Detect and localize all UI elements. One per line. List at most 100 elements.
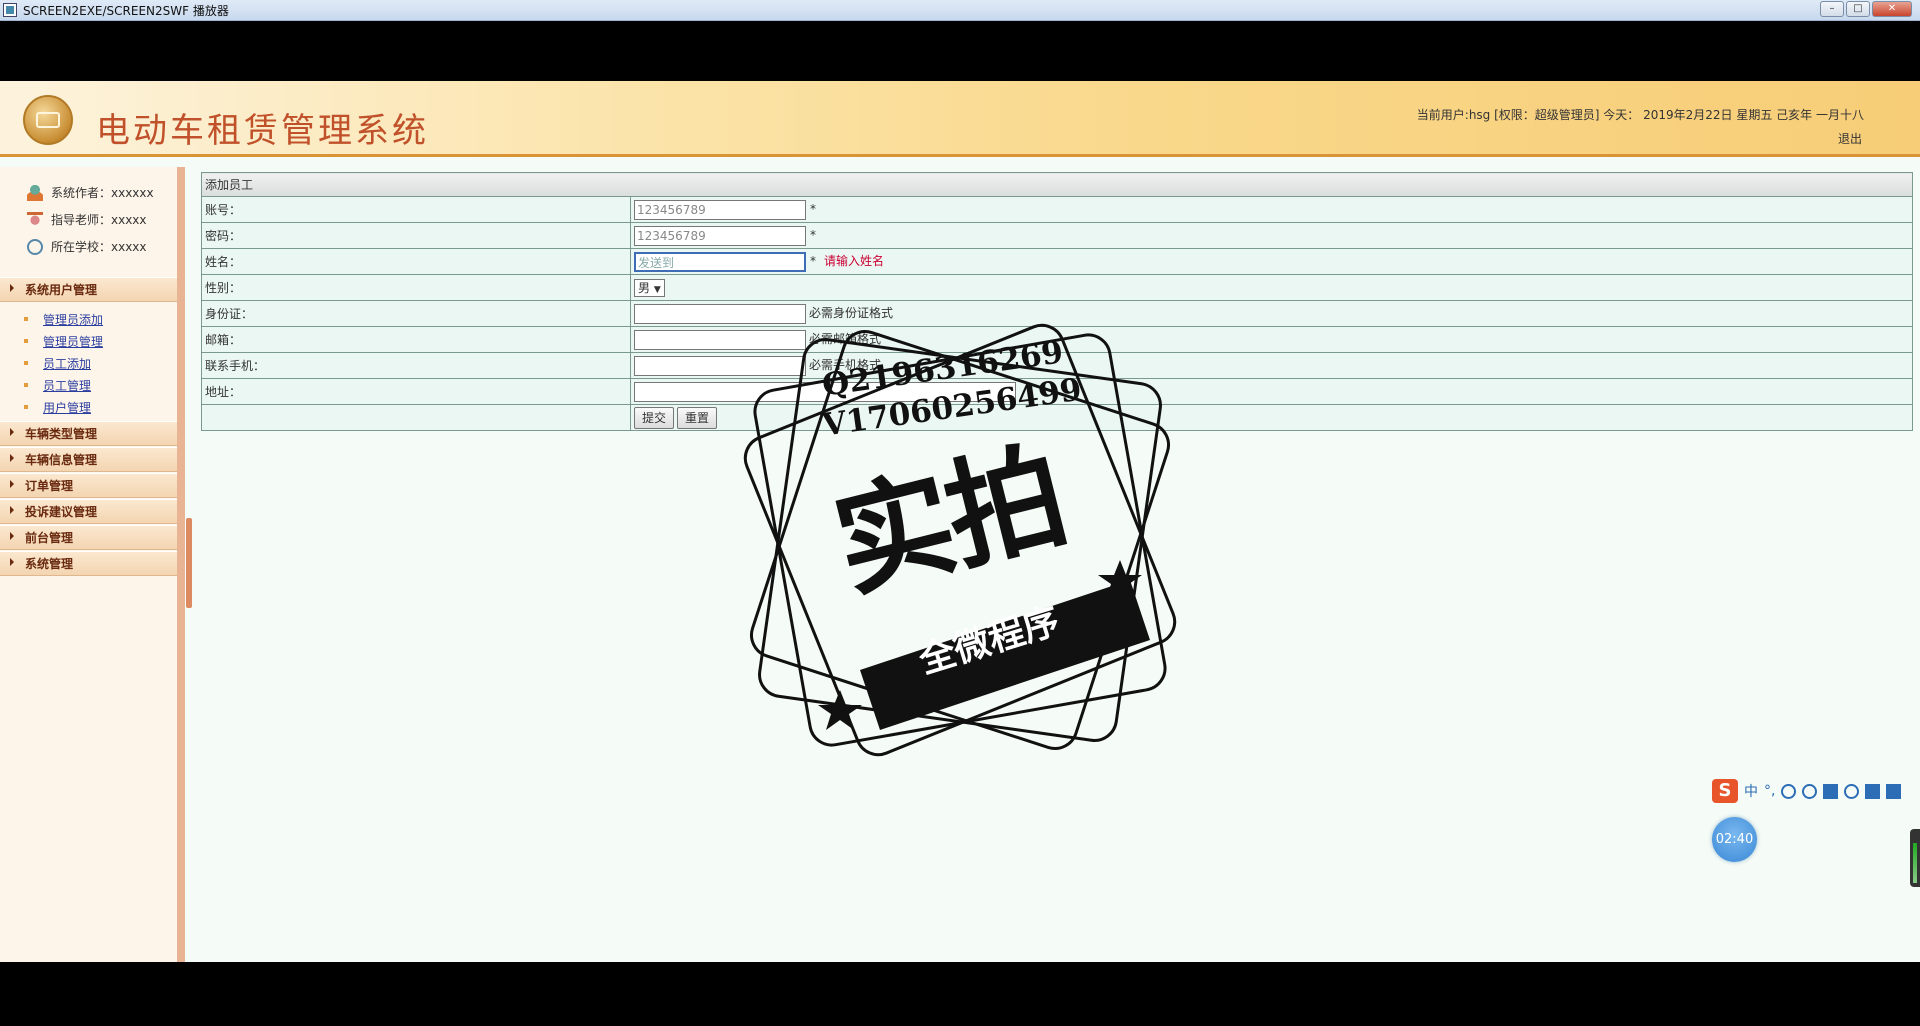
user-icon[interactable] [1844,783,1860,799]
link-admin-manage[interactable]: 管理员管理 [43,333,103,350]
submenu-item: 用户管理 [0,396,177,418]
password-label: 密码： [201,222,631,249]
teacher-info: 指导老师：xxxxx [0,206,177,233]
sidebar-info: 系统作者：xxxxxx 指导老师：xxxxx 所在学校：xxxxx [0,167,177,260]
caret-right-icon [10,557,14,566]
required-mark: * [810,202,816,216]
emoji-icon[interactable] [1781,783,1797,799]
reset-button[interactable]: 重置 [677,406,718,429]
submit-button[interactable]: 提交 [634,406,675,429]
name-label: 姓名： [201,248,631,275]
teacher-label: 指导老师：xxxxx [51,213,147,227]
name-error-message: 请输入姓名 [824,254,885,268]
name-input[interactable]: 发送到 [634,251,806,272]
submenu-item: 管理员添加 [0,308,177,330]
chevron-down-icon: ▼ [653,284,661,295]
app-viewport: 电动车租赁管理系统 当前用户:hsg [权限：超级管理员] 今天： 2019年2… [0,81,1920,962]
submenu-item: 员工管理 [0,374,177,396]
menu-group-label: 车辆类型管理 [25,427,98,441]
account-input[interactable]: 123456789 [634,199,806,220]
link-admin-add[interactable]: 管理员添加 [43,311,103,328]
form-title: 添加员工 [201,172,1913,197]
school-icon [27,238,43,255]
actions-spacer [201,404,631,431]
person-icon [27,184,43,201]
menu-group-label: 投诉建议管理 [25,505,98,519]
grid-menu-icon[interactable] [1886,783,1902,799]
keyboard-icon[interactable] [1823,783,1839,799]
school-info: 所在学校：xxxxx [0,233,177,260]
author-info: 系统作者：xxxxxx [0,179,177,206]
gender-cell: 男 ▼ [630,274,1913,301]
bullet-icon [24,383,28,387]
current-user-info: 当前用户:hsg [权限：超级管理员] 今天： 2019年2月22日 星期五 己… [1416,108,1864,122]
form-row-name: 姓名： 发送到 * 请输入姓名 [201,248,1913,275]
ime-mode[interactable]: 中 [1744,781,1758,801]
recording-timer[interactable]: 02:40 [1712,817,1757,862]
menu-group-complaints[interactable]: 投诉建议管理 [0,499,177,524]
logo-icon [23,95,73,145]
link-employee-manage[interactable]: 员工管理 [43,377,91,394]
submenu-item: 员工添加 [0,352,177,374]
sidebar-collapse-handle[interactable] [186,518,192,608]
idcard-label: 身份证： [201,300,631,327]
submenu-item: 管理员管理 [0,330,177,352]
menu-group-label: 订单管理 [25,479,74,493]
window-controls: – □ ✕ [1820,1,1912,17]
maximize-button[interactable]: □ [1846,1,1870,17]
caret-right-icon [10,283,14,292]
menu-group-label: 前台管理 [25,531,74,545]
caret-right-icon [10,453,14,462]
menu-group-frontend[interactable]: 前台管理 [0,525,177,550]
sogou-logo-icon[interactable]: S [1712,779,1738,803]
microphone-icon[interactable] [1802,783,1818,799]
close-button[interactable]: ✕ [1872,1,1912,17]
system-title: 电动车租赁管理系统 [96,111,429,151]
ime-toolbar: S 中 °, [1712,779,1902,803]
required-mark: * [810,228,816,242]
school-label: 所在学校：xxxxx [51,240,147,254]
window-title: SCREEN2EXE/SCREEN2SWF 播放器 [23,3,229,18]
caret-right-icon [10,505,14,514]
menu-group-label: 系统用户管理 [25,283,98,297]
caret-right-icon [10,479,14,488]
menu-group-system-users[interactable]: 系统用户管理 [0,277,177,302]
form-row-password: 密码： 123456789 * [201,222,1913,249]
form-row-account: 账号： 123456789 * [201,196,1913,223]
phone-label: 联系手机： [201,352,631,379]
account-label: 账号： [201,196,631,223]
gender-label: 性别： [201,274,631,301]
caret-right-icon [10,531,14,540]
gender-select-value: 男 [638,280,651,295]
bullet-icon [24,317,28,321]
form-row-gender: 性别： 男 ▼ [201,274,1913,301]
required-mark: * [810,254,816,268]
app-icon [3,3,17,17]
password-input[interactable]: 123456789 [634,225,806,246]
address-label: 地址： [201,378,631,405]
bullet-icon [24,405,28,409]
menu-group-orders[interactable]: 订单管理 [0,473,177,498]
logout-link[interactable]: 退出 [1838,130,1862,147]
password-cell: 123456789 * [630,222,1913,249]
menu-group-label: 车辆信息管理 [25,453,98,467]
bullet-icon [24,361,28,365]
minimize-button[interactable]: – [1820,1,1844,17]
window-titlebar: SCREEN2EXE/SCREEN2SWF 播放器 – □ ✕ [0,0,1920,21]
menu-group-vehicle-info[interactable]: 车辆信息管理 [0,447,177,472]
gender-select[interactable]: 男 ▼ [634,278,665,297]
app-header: 电动车租赁管理系统 当前用户:hsg [权限：超级管理员] 今天： 2019年2… [0,81,1920,157]
link-employee-add[interactable]: 员工添加 [43,355,91,372]
author-label: 系统作者：xxxxxx [51,186,154,200]
audio-level-indicator [1910,829,1920,887]
menu-group-system[interactable]: 系统管理 [0,551,177,576]
menu-group-vehicle-type[interactable]: 车辆类型管理 [0,421,177,446]
email-label: 邮箱： [201,326,631,353]
skin-icon[interactable] [1865,783,1881,799]
account-cell: 123456789 * [630,196,1913,223]
ime-punctuation[interactable]: °, [1764,783,1775,799]
caret-right-icon [10,427,14,436]
sidebar: 系统作者：xxxxxx 指导老师：xxxxx 所在学校：xxxxx 系统用户管理… [0,167,185,962]
menu-group-label: 系统管理 [25,557,74,571]
link-user-manage[interactable]: 用户管理 [43,399,91,416]
